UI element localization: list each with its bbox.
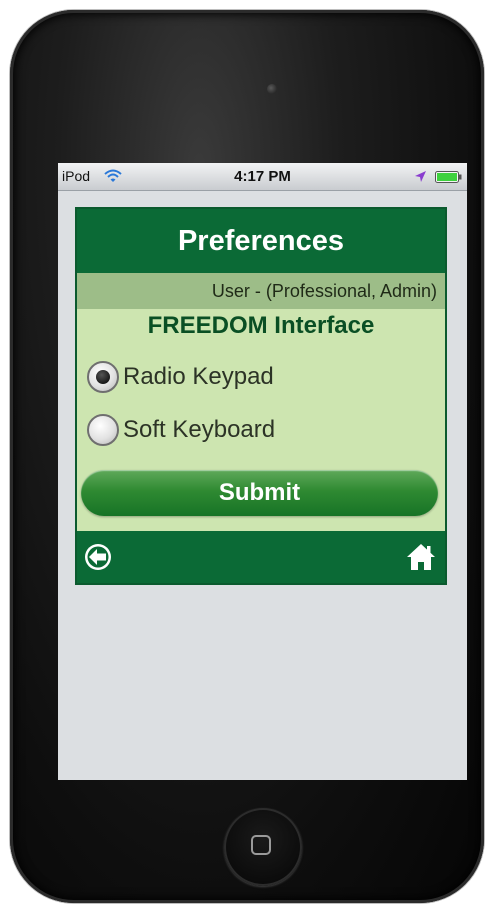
app-footer [77,531,445,583]
location-icon [415,171,426,182]
back-arrow-icon[interactable] [83,542,113,572]
user-info-label: User - (Professional, Admin) [211,281,437,301]
camera-dot [267,84,277,94]
option-soft-keyboard[interactable]: Soft Keyboard [87,410,437,450]
status-bar: iPod 4:17 PM [58,163,467,191]
option-radio-keypad[interactable]: Radio Keypad [87,357,437,397]
status-time: 4:17 PM [234,168,291,185]
home-button-square-icon [251,835,271,855]
ipod-device-frame: iPod 4:17 PM Preferences User - (Profess [10,10,484,903]
radio-label: Radio Keypad [123,363,274,390]
radio-button[interactable] [87,414,119,446]
radio-button-selected[interactable] [87,361,119,393]
page-title: Preferences [177,225,345,257]
preferences-panel: Preferences User - (Professional, Admin)… [75,207,447,585]
section-title: FREEDOM Interface [147,312,375,339]
app-header: Preferences [77,209,445,273]
device-home-button[interactable] [224,808,302,886]
radio-label: Soft Keyboard [123,416,276,443]
device-screen: iPod 4:17 PM Preferences User - (Profess [58,163,467,780]
battery-icon [435,171,462,183]
home-icon[interactable] [405,541,437,573]
submit-button[interactable]: Submit [81,470,438,516]
user-info-bar: User - (Professional, Admin) [77,273,445,309]
